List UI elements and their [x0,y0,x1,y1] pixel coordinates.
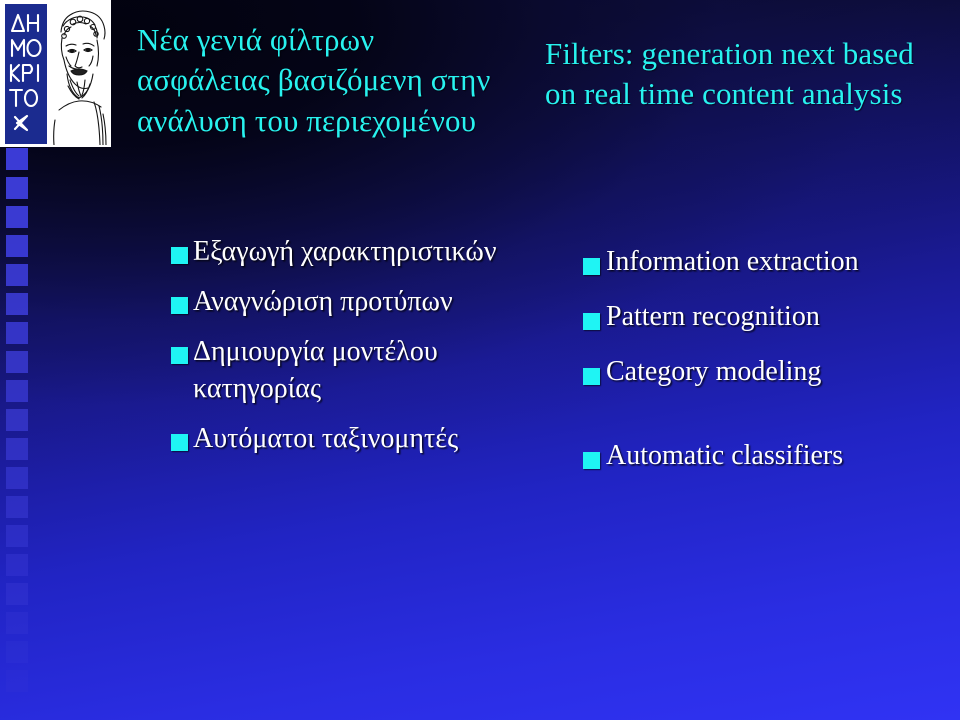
decorative-square [6,206,28,228]
bullet-square-icon [583,451,600,469]
decorative-square-strip [0,148,34,693]
decorative-square [6,583,28,605]
decorative-square [6,177,28,199]
bullet-square-icon [583,258,600,275]
decorative-square [6,525,28,547]
decorative-square [6,670,28,692]
decorative-square [6,641,28,663]
left-column-greek: Νέα γενιά φίλτρων ασφάλειας βασιζόμενη σ… [118,0,518,720]
bullet-square-icon [583,367,600,385]
decorative-square [6,380,28,402]
bullet-square-icon [171,346,188,364]
decorative-square [6,496,28,518]
decorative-square [6,148,28,170]
list-item-label: Εξαγωγή χαρακτηριστικών [193,236,497,267]
list-item-label: Automatic classifiers [606,439,844,471]
right-column-english: Filters: generation next based on real t… [528,0,953,720]
logo-name-band [5,4,47,144]
slide-title-english: Filters: generation next based on real t… [545,36,914,112]
decorative-square [6,409,28,431]
institute-logo [0,0,111,147]
slide-title-greek: Νέα γενιά φίλτρων ασφάλειας βασιζόμενη σ… [137,22,491,138]
decorative-square [6,235,28,257]
list-item: Automatic classifiers [528,438,953,475]
decorative-square [6,467,28,489]
bullet-square-icon [171,433,188,451]
bullet-list-greek: Εξαγωγή χαρακτηριστικών Αναγνώριση προτύ… [118,234,518,471]
list-item: Δημιουργία μοντέλου κατηγορίας [118,334,518,408]
list-item-label: Category modeling [606,355,822,387]
bullet-square-icon [171,247,188,264]
list-item-label: Information extraction [606,246,859,277]
list-item: Αναγνώριση προτύπων [118,284,518,321]
democritus-portrait-icon [47,2,111,145]
list-item-label: Δημιουργία μοντέλου κατηγορίας [193,335,438,404]
list-item: Information extraction [528,244,953,281]
list-item: Category modeling [528,354,953,391]
list-item: Εξαγωγή χαρακτηριστικών [118,234,518,271]
bullet-list-english: Information extraction Pattern recogniti… [528,244,953,493]
logo-wordmark-dimokritos [8,13,42,132]
list-item: Pattern recognition [528,299,953,336]
decorative-square [6,293,28,315]
decorative-square [6,264,28,286]
decorative-square [6,438,28,460]
list-item-label: Αυτόματοι ταξινομητές [193,422,459,454]
list-item-label: Αναγνώριση προτύπων [193,285,453,317]
bullet-square-icon [583,312,600,330]
bullet-square-icon [171,296,188,314]
decorative-square [6,554,28,576]
presentation-slide: Νέα γενιά φίλτρων ασφάλειας βασιζόμενη σ… [0,0,960,720]
list-item: Αυτόματοι ταξινομητές [118,421,518,458]
decorative-square [6,322,28,344]
decorative-square [6,612,28,634]
list-item-label: Pattern recognition [606,300,820,332]
decorative-square [6,351,28,373]
